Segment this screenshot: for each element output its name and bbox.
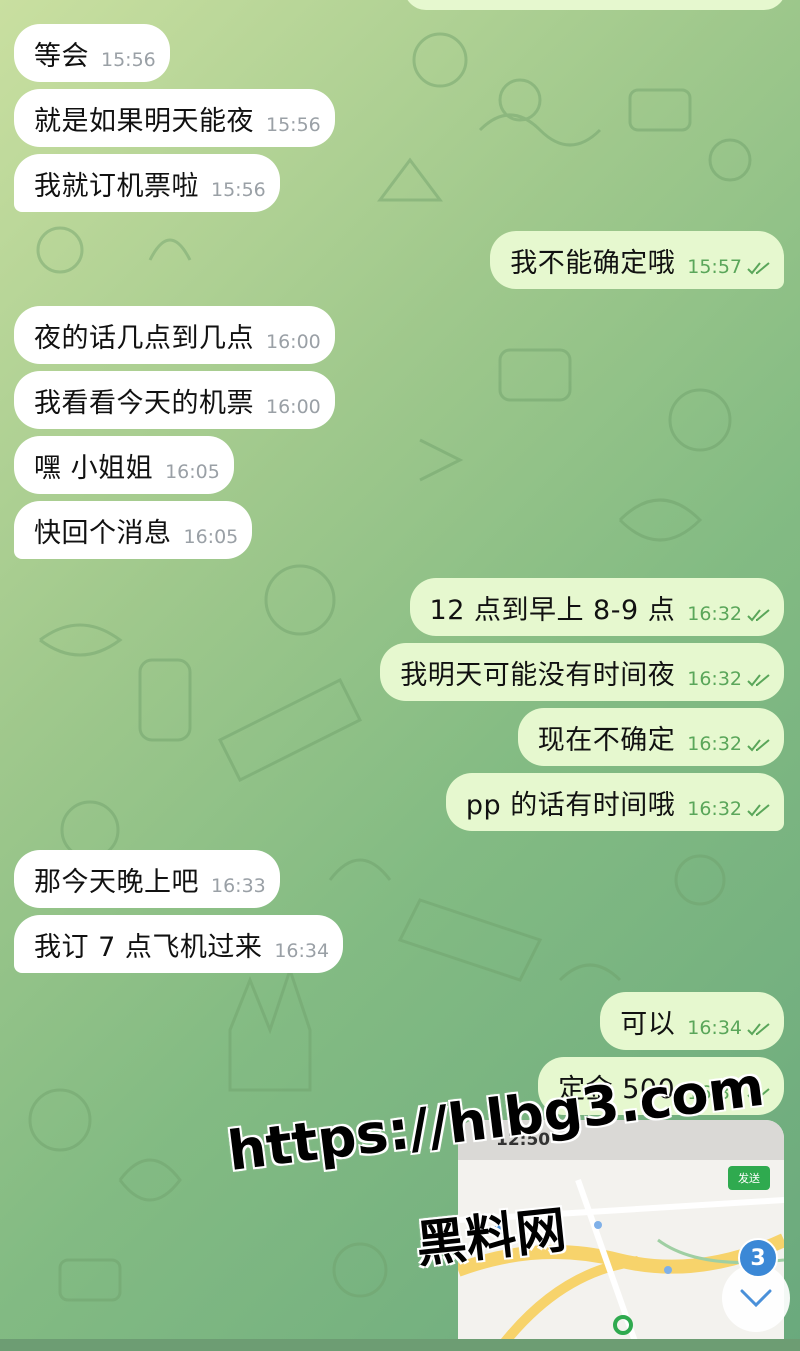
incoming-message[interactable]: 我订 7 点飞机过来 16:34 (14, 915, 344, 973)
previous-message-bubble-edge (404, 0, 786, 10)
message-time: 15:56 (101, 49, 156, 71)
incoming-message[interactable]: 夜的话几点到几点 16:00 (14, 306, 335, 364)
incoming-message[interactable]: 那今天晚上吧 16:33 (14, 850, 280, 908)
message-time: 16:00 (266, 331, 321, 353)
message-text: 等会 (34, 40, 89, 72)
double-check-icon (747, 738, 770, 751)
double-check-icon (747, 261, 770, 274)
message-text: 我看看今天的机票 (34, 387, 254, 419)
message-text: 我明天可能没有时间夜 (400, 659, 676, 691)
incoming-message[interactable]: 嘿 小姐姐 16:05 (14, 436, 234, 494)
message-text: 那今天晚上吧 (34, 866, 199, 898)
message-time: 16:00 (266, 396, 321, 418)
message-text: 我订 7 点飞机过来 (34, 931, 263, 963)
outgoing-message[interactable]: 现在不确定 16:32 (517, 708, 784, 766)
outgoing-message[interactable]: pp 的话有时间哦 16:32 (445, 773, 784, 831)
double-check-icon (747, 1022, 770, 1035)
incoming-message[interactable]: 我就订机票啦 15:56 (14, 154, 280, 212)
message-time: 16:34 (274, 940, 330, 962)
outgoing-message[interactable]: 可以 16:34 (600, 992, 784, 1050)
double-check-icon (747, 673, 770, 686)
message-text: 快回个消息 (34, 517, 172, 549)
incoming-message[interactable]: 等会 15:56 (14, 24, 170, 82)
message-time: 16:32 (687, 733, 772, 755)
message-text: 就是如果明天能夜 (34, 105, 254, 137)
message-time: 16:34 (687, 1017, 772, 1039)
message-text: pp 的话有时间哦 (465, 789, 676, 821)
double-check-icon (747, 608, 770, 621)
outgoing-message[interactable]: 我明天可能没有时间夜 16:32 (380, 643, 784, 701)
message-time: 16:05 (165, 461, 220, 483)
message-text: 12 点到早上 8-9 点 (429, 594, 676, 626)
message-time: 15:56 (266, 114, 321, 136)
message-time: 16:32 (687, 798, 772, 820)
message-text: 嘿 小姐姐 (34, 452, 154, 484)
outgoing-message[interactable]: 我不能确定哦 15:57 (490, 231, 784, 289)
bottom-edge (0, 1339, 800, 1351)
message-time: 16:32 (687, 603, 772, 625)
outgoing-message[interactable]: 12 点到早上 8-9 点 16:32 (409, 578, 784, 636)
send-button: 发送 (728, 1166, 770, 1190)
incoming-message[interactable]: 快回个消息 16:05 (14, 501, 253, 559)
message-time: 16:05 (183, 526, 239, 548)
message-time: 15:57 (687, 256, 772, 278)
message-text: 现在不确定 (537, 724, 676, 756)
message-time: 15:56 (211, 179, 266, 201)
incoming-message[interactable]: 就是如果明天能夜 15:56 (14, 89, 335, 147)
message-text: 我不能确定哦 (510, 247, 676, 279)
double-check-icon (747, 803, 770, 816)
incoming-message[interactable]: 我看看今天的机票 16:00 (14, 371, 335, 429)
message-text: 我就订机票啦 (34, 170, 199, 202)
message-text: 可以 (620, 1008, 676, 1040)
unread-count-badge: 3 (738, 1238, 778, 1278)
chevron-down-icon (740, 1289, 772, 1308)
message-time: 16:33 (211, 875, 266, 897)
message-text: 夜的话几点到几点 (34, 322, 254, 354)
message-time: 16:32 (687, 668, 772, 690)
